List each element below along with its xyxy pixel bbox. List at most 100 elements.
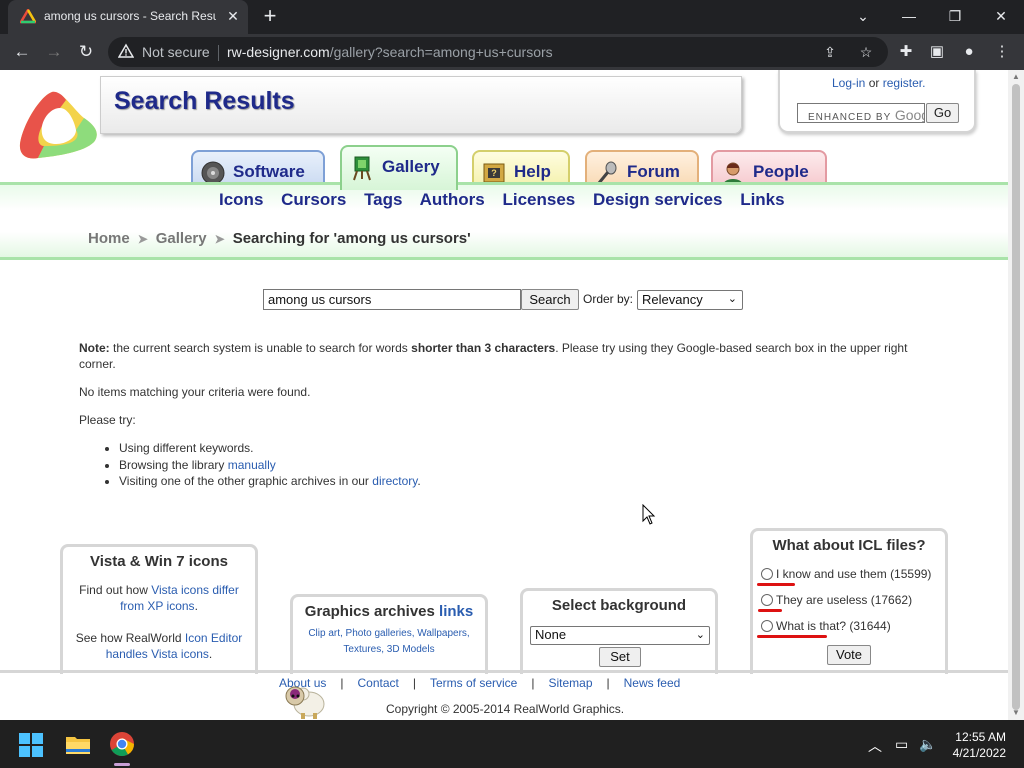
subnav-tags[interactable]: Tags [364, 190, 402, 209]
search-button[interactable]: Search [521, 289, 579, 310]
rw-designer-logo[interactable] [14, 86, 98, 166]
windows-start-icon[interactable] [18, 732, 44, 758]
browser-tab[interactable]: among us cursors - Search Results - RW-D… [8, 0, 248, 34]
google-go-button[interactable]: Go [926, 103, 959, 123]
radio-icon[interactable] [761, 568, 773, 580]
share-icon[interactable]: ⇪ [821, 43, 839, 61]
radio-icon[interactable] [761, 620, 773, 632]
background-select[interactable]: None ⌄ [530, 626, 710, 645]
tab-close-icon[interactable]: ✕ [224, 7, 242, 25]
network-icon[interactable]: ▭ [895, 736, 908, 753]
search-input[interactable]: among us cursors [263, 289, 521, 310]
tab-help-label: Help [514, 162, 551, 181]
tab-title: among us cursors - Search Results - RW-D… [44, 9, 216, 23]
note-text-1: the current search system is unable to s… [109, 341, 412, 355]
select-background-box: Select background None ⌄ Set [520, 588, 718, 674]
show-hidden-icons-icon[interactable]: ︿ [868, 736, 882, 756]
footer-contact-link[interactable]: Contact [358, 676, 399, 690]
subnav-icons[interactable]: Icons [219, 190, 263, 209]
poll-option-label: They are useless (17662) [776, 593, 913, 607]
extensions-icon[interactable]: ✚ [896, 42, 916, 62]
new-tab-icon[interactable]: + [258, 5, 282, 29]
tab-search-icon[interactable]: ⌄ [851, 6, 875, 26]
or-text: or [868, 76, 880, 90]
login-link[interactable]: Log-in [832, 76, 865, 90]
tab-gallery[interactable]: Gallery [340, 145, 458, 190]
poll-option-3[interactable]: What is that? (31644) [761, 619, 891, 633]
archives-links-link[interactable]: links [439, 603, 473, 620]
background-box-title: Select background [551, 597, 687, 614]
subnav-design-services[interactable]: Design services [593, 190, 722, 209]
directory-link[interactable]: directory [372, 474, 417, 488]
subnav-authors[interactable]: Authors [420, 190, 485, 209]
archives-links-list[interactable]: Clip art, Photo galleries, Wallpapers, T… [293, 626, 485, 658]
chrome-icon[interactable] [107, 729, 137, 759]
screen: among us cursors - Search Results - RW-D… [0, 0, 1024, 768]
footer-sitemap-link[interactable]: Sitemap [548, 676, 592, 690]
suggestions-list: Using different keywords. Browsing the l… [119, 440, 939, 490]
suggestion-item: Browsing the library manually [119, 457, 939, 474]
reload-icon[interactable]: ↻ [74, 40, 98, 64]
side-panel-icon[interactable]: ▣ [927, 42, 947, 62]
footer-newsfeed-link[interactable]: News feed [624, 676, 681, 690]
minimize-icon[interactable]: — [897, 6, 921, 26]
footer-terms-link[interactable]: Terms of service [430, 676, 517, 690]
poll-option-1[interactable]: I know and use them (15599) [761, 567, 931, 581]
bookmark-star-icon[interactable]: ☆ [857, 43, 875, 61]
vista-box-text-2: See how RealWorld Icon Editor handles Vi… [63, 630, 255, 662]
graphics-archives-box: Graphics archives links Clip art, Photo … [290, 594, 488, 674]
profile-icon[interactable]: ● [959, 42, 979, 62]
rw-designer-favicon [20, 9, 36, 24]
manually-link[interactable]: manually [228, 458, 276, 472]
scrollbar-thumb[interactable] [1012, 84, 1020, 710]
back-icon[interactable]: ← [10, 40, 34, 64]
subnav-licenses[interactable]: Licenses [502, 190, 575, 209]
google-enhanced-label: ENHANCED BY [808, 112, 892, 123]
breadcrumb-gallery[interactable]: Gallery [156, 230, 207, 247]
suggestion-text: Visiting one of the other graphic archiv… [119, 474, 373, 488]
mouse-pointer-icon [642, 504, 656, 525]
tab-people-label: People [753, 162, 809, 181]
footer-links: About us | Contact | Terms of service | Sitema… [279, 676, 680, 690]
google-search-input[interactable]: ENHANCED BY Goog [797, 103, 925, 123]
address-bar[interactable]: Not secure rw-designer.com/gallery?searc… [108, 37, 888, 67]
register-link[interactable]: register. [883, 76, 926, 90]
browser-tabstrip: among us cursors - Search Results - RW-D… [0, 0, 1024, 34]
vote-button[interactable]: Vote [827, 645, 871, 665]
vista-box-text-1: Find out how Vista icons differ from XP … [63, 582, 255, 614]
forward-icon[interactable]: → [42, 40, 66, 64]
poll-option-2[interactable]: They are useless (17662) [761, 593, 912, 607]
note-bold: shorter than 3 characters [411, 341, 556, 355]
web-page: Search Results Log-in or register. ENHAN… [0, 70, 1008, 720]
volume-icon[interactable]: 🔈 [919, 736, 936, 753]
breadcrumb-home[interactable]: Home [88, 230, 130, 247]
order-by-label: Order by: [583, 292, 634, 306]
menu-kebab-icon[interactable]: ⋮ [992, 42, 1012, 62]
note-label: Note: [79, 341, 110, 355]
vista-text-end: . [194, 599, 198, 613]
vista-text-end: . [208, 647, 213, 661]
breadcrumb-separator-icon: ➤ [214, 232, 225, 246]
subnav-links[interactable]: Links [740, 190, 784, 209]
subnav-cursors[interactable]: Cursors [281, 190, 346, 209]
url-text[interactable]: rw-designer.com/gallery?search=among+us+… [227, 44, 553, 60]
file-explorer-icon[interactable] [63, 729, 93, 759]
order-by-select[interactable]: Relevancy ⌄ [637, 290, 743, 310]
vista-text: See how RealWorld [75, 631, 185, 645]
system-clock[interactable]: 12:55 AM 4/21/2022 [946, 729, 1006, 761]
page-scrollbar[interactable]: ▲ ▼ [1008, 70, 1024, 720]
poll-option-label: What is that? (31644) [776, 619, 891, 633]
scroll-down-icon[interactable]: ▼ [1012, 708, 1020, 717]
radio-icon[interactable] [761, 594, 773, 606]
no-items-text: No items matching your criteria were fou… [79, 385, 311, 399]
set-background-button[interactable]: Set [599, 647, 641, 667]
breadcrumb-current: Searching for 'among us cursors' [232, 230, 471, 247]
red-annotation-underline [757, 583, 795, 586]
icl-poll-box: What about ICL files? I know and use the… [750, 528, 948, 674]
archives-title-text: Graphics archives [304, 603, 440, 620]
restore-icon[interactable]: ❐ [943, 6, 967, 26]
warning-icon [118, 43, 134, 58]
vista-text: Find out how [79, 583, 152, 597]
window-close-icon[interactable]: ✕ [989, 6, 1013, 26]
scroll-up-icon[interactable]: ▲ [1012, 72, 1020, 81]
